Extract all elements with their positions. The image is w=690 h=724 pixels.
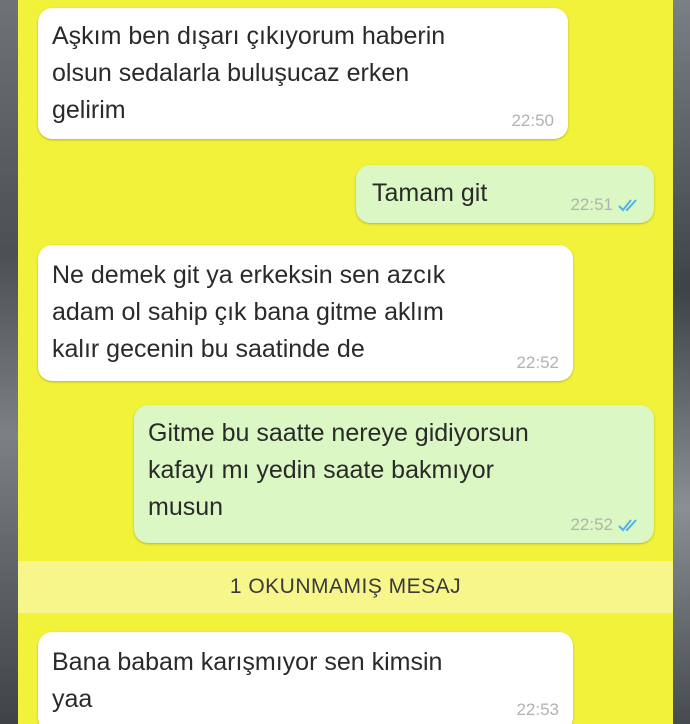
message-text: Aşkım ben dışarı çıkıyorum haberin olsun… xyxy=(52,22,446,124)
message-text: Gitme bu saatte nereye gidiyorsun kafayı… xyxy=(148,419,529,521)
background-right-edge xyxy=(672,0,690,724)
message-time: 22:53 xyxy=(516,700,559,719)
background-left-edge xyxy=(0,0,20,724)
double-check-read-icon xyxy=(618,519,637,532)
message-meta: 22:53 xyxy=(516,700,559,720)
message-meta: 22:50 xyxy=(511,111,554,131)
message-meta: 22:51 xyxy=(570,195,640,215)
unread-messages-label: 1 OKUNMAMIŞ MESAJ xyxy=(229,575,462,598)
message-time: 22:52 xyxy=(570,515,613,534)
message-text: Bana babam karışmıyor sen kimsin yaa xyxy=(52,648,443,713)
message-meta: 22:52 xyxy=(516,353,559,373)
chat-conversation[interactable]: Aşkım ben dışarı çıkıyorum haberin olsun… xyxy=(18,0,673,724)
message-meta: 22:52 xyxy=(570,515,640,535)
incoming-message[interactable]: Aşkım ben dışarı çıkıyorum haberin olsun… xyxy=(38,8,568,139)
double-check-read-icon xyxy=(618,199,637,212)
outgoing-message[interactable]: Tamam git 22:51 xyxy=(356,165,654,223)
message-time: 22:51 xyxy=(570,195,613,214)
message-time: 22:50 xyxy=(511,111,554,130)
incoming-message[interactable]: Ne demek git ya erkeksin sen azcık adam … xyxy=(38,245,573,381)
incoming-message[interactable]: Bana babam karışmıyor sen kimsin yaa 22:… xyxy=(38,632,573,724)
message-time: 22:52 xyxy=(516,353,559,372)
unread-messages-banner: 1 OKUNMAMIŞ MESAJ xyxy=(18,561,673,613)
outgoing-message[interactable]: Gitme bu saatte nereye gidiyorsun kafayı… xyxy=(134,405,654,543)
message-text: Tamam git xyxy=(372,179,488,207)
message-text: Ne demek git ya erkeksin sen azcık adam … xyxy=(52,261,446,363)
